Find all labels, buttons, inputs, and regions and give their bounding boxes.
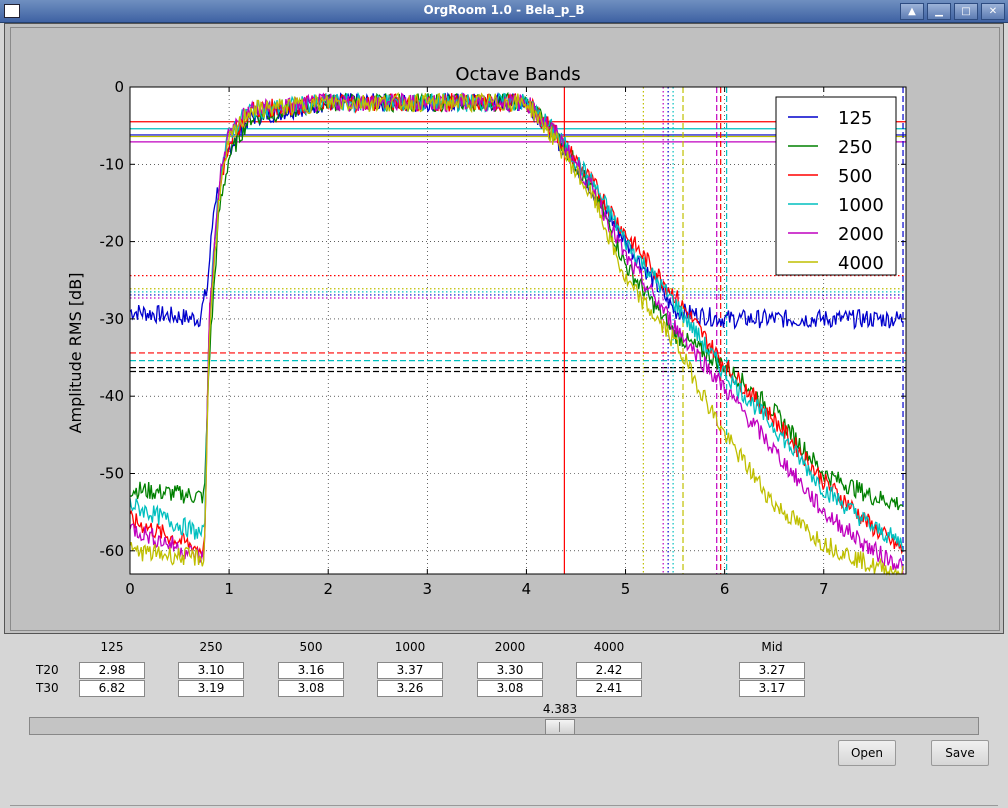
x-tick-label: 7 [819,580,829,598]
t30-1000[interactable]: 3.26 [377,680,443,697]
t30-125[interactable]: 6.82 [79,680,145,697]
band-header-mid: Mid [761,640,783,654]
octave-bands-chart: Octave Bands Amplitude RMS [dB] 0 1 2 3 4 5 6 7… [66,64,907,598]
legend-label: 2000 [838,224,884,245]
minimize-window-icon[interactable]: ▁ [927,3,951,20]
t20-250[interactable]: 3.10 [178,662,244,679]
chart-legend: 125 250 500 1000 2000 4000 [775,96,897,276]
t20-500[interactable]: 3.16 [278,662,344,679]
legend-label: 4000 [838,253,884,274]
chart-ylabel: Amplitude RMS [dB] [66,273,85,434]
x-tick-label: 0 [125,580,135,598]
plot-frame: Octave Bands Amplitude RMS [dB] 0 1 2 3 4 5 6 7… [4,23,1004,634]
row-label-t20: T20 [36,663,59,677]
y-tick-label: -40 [100,387,125,405]
band-header-500: 500 [299,640,323,654]
window-title: OrgRoom 1.0 - Bela_p_B [423,3,585,17]
t20-mid[interactable]: 3.27 [739,662,805,679]
y-tick-label: -30 [100,310,125,328]
legend-box [775,96,897,276]
x-tick-label: 6 [720,580,730,598]
legend-label: 250 [838,137,872,158]
band-header-250: 250 [199,640,223,654]
t30-250[interactable]: 3.19 [178,680,244,697]
y-tick-label: 0 [114,78,124,96]
legend-label: 1000 [838,195,884,216]
t30-mid[interactable]: 3.17 [739,680,805,697]
save-button[interactable]: Save [931,740,989,766]
x-tick-label: 3 [423,580,433,598]
legend-label: 500 [838,166,872,187]
row-label-t30: T30 [36,681,59,695]
window-titlebar[interactable]: OrgRoom 1.0 - Bela_p_B ▲ ▁ □ ✕ [0,0,1008,23]
band-header-125: 125 [100,640,124,654]
open-button[interactable]: Open [838,740,896,766]
y-tick-label: -60 [100,542,125,560]
t20-4000[interactable]: 2.42 [576,662,642,679]
maximize-window-icon[interactable]: □ [954,3,978,20]
t20-1000[interactable]: 3.37 [377,662,443,679]
t20-125[interactable]: 2.98 [79,662,145,679]
x-tick-label: 5 [621,580,631,598]
x-tick-label: 4 [522,580,532,598]
plot-canvas-area: Octave Bands Amplitude RMS [dB] 0 1 2 3 4 5 6 7… [10,27,1000,631]
t30-4000[interactable]: 2.41 [576,680,642,697]
band-header-4000: 4000 [593,640,625,654]
time-slider[interactable] [29,717,979,735]
chart-title: Octave Bands [455,64,580,85]
slider-value: 4.383 [542,702,578,716]
band-header-1000: 1000 [394,640,426,654]
x-tick-label: 2 [323,580,333,598]
bottom-divider [10,805,998,806]
close-window-icon[interactable]: ✕ [981,3,1005,20]
y-tick-label: -50 [100,465,125,483]
t20-2000[interactable]: 3.30 [477,662,543,679]
t30-2000[interactable]: 3.08 [477,680,543,697]
y-tick-label: -10 [100,155,125,173]
time-slider-handle[interactable] [545,719,575,735]
y-tick-label: -20 [100,233,125,251]
shade-window-icon[interactable]: ▲ [900,3,924,20]
band-header-2000: 2000 [494,640,526,654]
x-tick-label: 1 [224,580,234,598]
t30-500[interactable]: 3.08 [278,680,344,697]
legend-label: 125 [838,108,872,129]
